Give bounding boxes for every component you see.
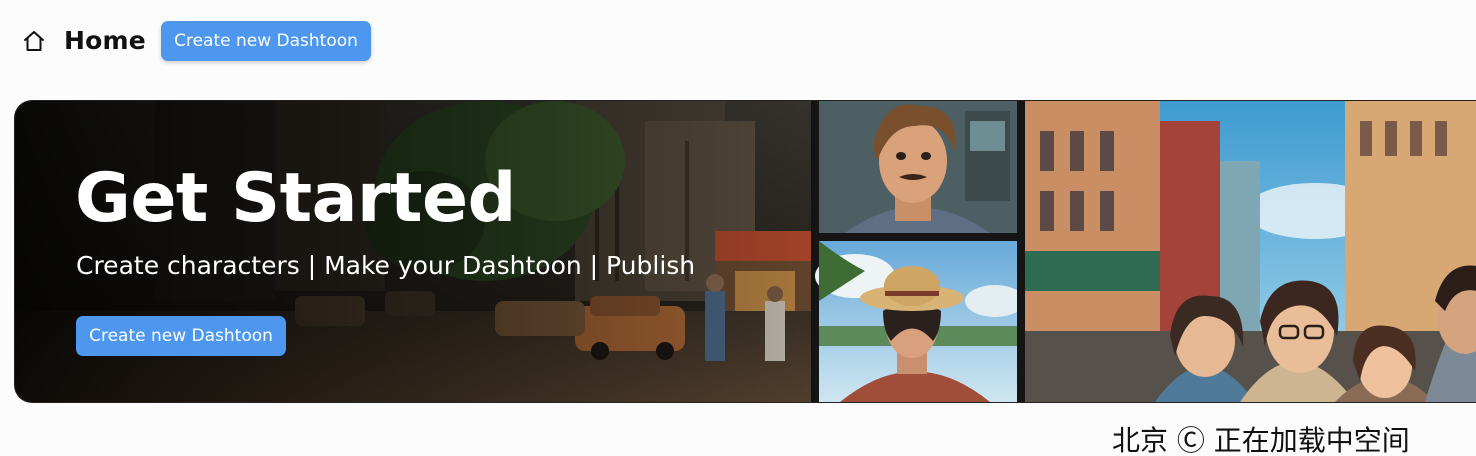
footer-partial-text: 北京 Ⓒ 正在加载中空间 (1112, 426, 1410, 456)
home-icon[interactable] (22, 29, 46, 53)
friends-city-illustration (1025, 101, 1476, 402)
banner-subtitle: Create characters | Make your Dashtoon |… (76, 251, 696, 280)
banner-create-dashtoon-button[interactable]: Create new Dashtoon (76, 316, 286, 356)
create-dashtoon-button[interactable]: Create new Dashtoon (161, 21, 371, 61)
top-bar: Home Create new Dashtoon (0, 0, 1476, 82)
banner-heading: Get Started (75, 159, 516, 238)
page-title: Home (64, 26, 146, 55)
get-started-banner: Get Started Create characters | Make you… (14, 100, 1476, 403)
man-portrait-illustration (819, 101, 1017, 233)
boy-straw-hat-illustration (815, 241, 1025, 402)
